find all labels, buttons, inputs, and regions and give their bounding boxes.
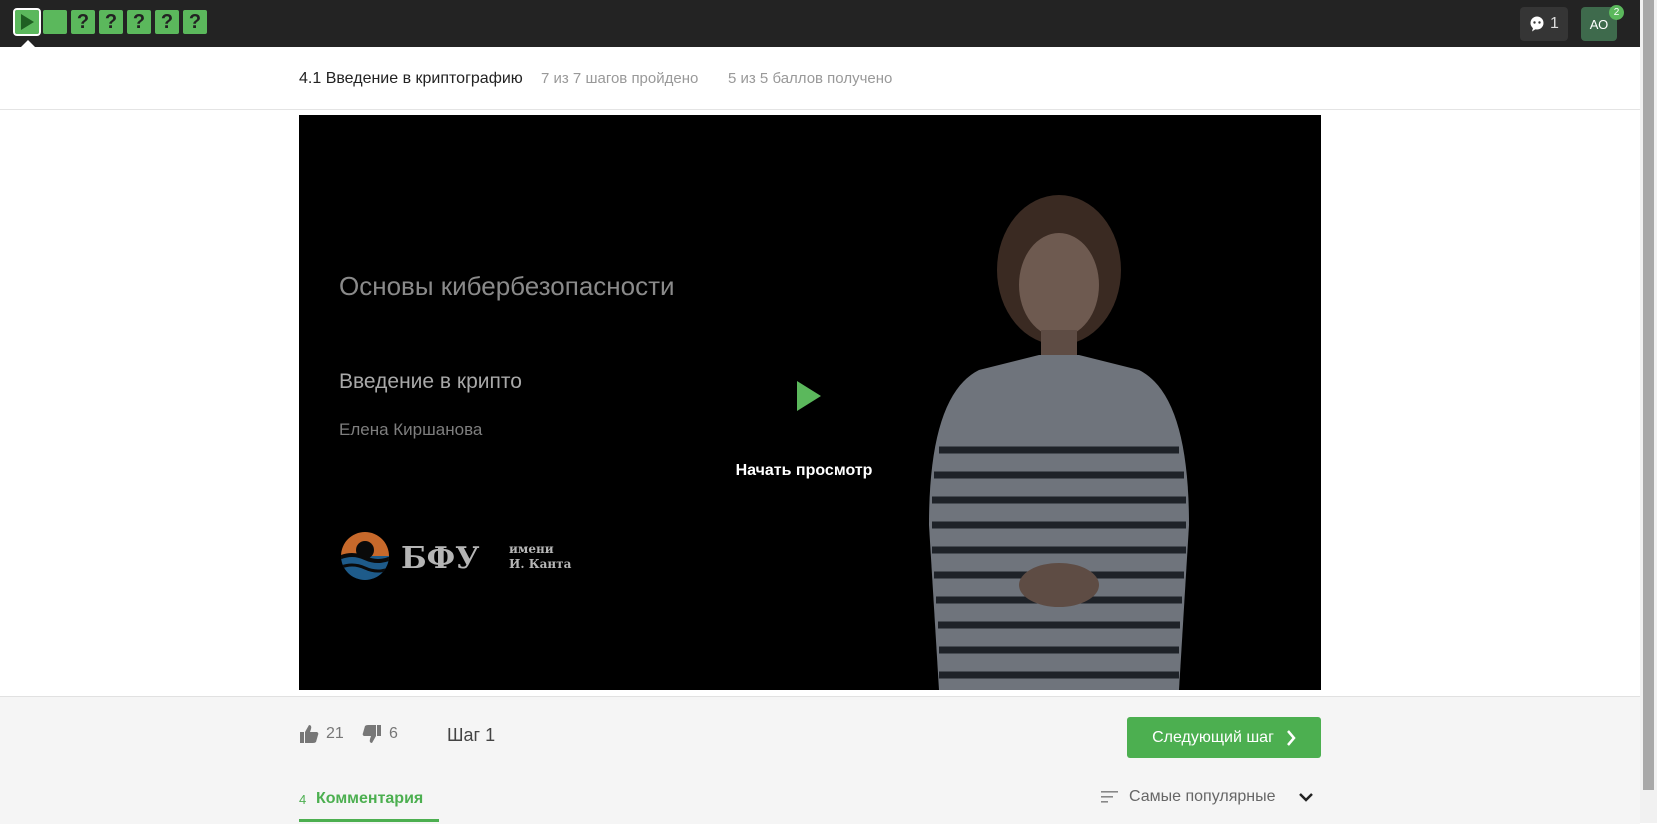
active-step-pointer <box>21 40 35 47</box>
step-7-quiz[interactable]: ? <box>183 10 207 34</box>
lesson-title: 4.1 Введение в криптографию <box>299 70 523 87</box>
video-author: Елена Киршанова <box>339 420 483 439</box>
video-course-title: Основы кибербезопасности <box>339 271 675 301</box>
next-step-label: Следующий шаг <box>1152 728 1274 746</box>
thumbs-up-icon <box>300 725 319 743</box>
video-player[interactable]: Основы кибербезопасности Введение в крип… <box>299 115 1321 690</box>
play-label[interactable]: Начать просмотр <box>699 462 909 480</box>
presenter-image <box>929 195 1189 690</box>
scrollbar-thumb[interactable] <box>1643 0 1654 790</box>
chevron-down-icon <box>1299 793 1314 802</box>
step-2-text[interactable] <box>43 10 67 34</box>
like-button[interactable]: 21 <box>299 724 344 744</box>
lesson-progress: 7 из 7 шагов пройдено <box>541 70 699 87</box>
tab-comments[interactable]: 4 Комментария <box>299 790 439 822</box>
notifications-count: 1 <box>1550 15 1559 32</box>
comments-count: 4 <box>299 792 307 807</box>
lesson-steps: ? ? ? ? ? <box>13 8 207 36</box>
notifications-button[interactable]: 1 <box>1520 7 1568 41</box>
step-1-video[interactable] <box>13 8 41 36</box>
top-bar: ? ? ? ? ? 1 АО 2 <box>0 0 1640 47</box>
logo-subtext: имени И. Канта <box>509 542 571 572</box>
dislike-button[interactable]: 6 <box>362 724 398 744</box>
lesson-score: 5 из 5 баллов получено <box>728 70 893 87</box>
likes-count: 21 <box>326 725 344 742</box>
comments-label: Комментария <box>316 790 424 807</box>
avatar-initials: АО <box>1589 16 1609 32</box>
logo-text: БФУ <box>401 541 480 576</box>
avatar-badge: 2 <box>1609 5 1624 20</box>
next-step-button[interactable]: Следующий шаг <box>1127 717 1321 758</box>
lesson-header: 4.1 Введение в криптографию 7 из 7 шагов… <box>0 47 1640 110</box>
scrollbar[interactable] <box>1640 0 1657 823</box>
sort-dropdown[interactable]: Самые популярные <box>1101 788 1314 806</box>
step-label: Шаг 1 <box>447 725 496 745</box>
play-button[interactable] <box>797 381 821 411</box>
chevron-right-icon <box>1286 729 1296 746</box>
thumbs-down-icon <box>362 725 381 743</box>
university-logo-icon <box>341 532 389 580</box>
video-topic: Введение в крипто <box>339 370 522 393</box>
step-footer: 21 6 Шаг 1 Следующий шаг 4 Комментария С… <box>0 696 1640 824</box>
dislikes-count: 6 <box>389 725 398 742</box>
speech-bubble-icon <box>1530 16 1544 32</box>
sort-icon <box>1101 791 1118 803</box>
step-5-quiz[interactable]: ? <box>127 10 151 34</box>
play-icon <box>21 14 34 30</box>
logo-subtext-line1: имени <box>509 542 554 556</box>
step-3-quiz[interactable]: ? <box>71 10 95 34</box>
logo-subtext-line2: И. Канта <box>509 557 572 571</box>
step-6-quiz[interactable]: ? <box>155 10 179 34</box>
step-4-quiz[interactable]: ? <box>99 10 123 34</box>
sort-label: Самые популярные <box>1129 788 1276 805</box>
